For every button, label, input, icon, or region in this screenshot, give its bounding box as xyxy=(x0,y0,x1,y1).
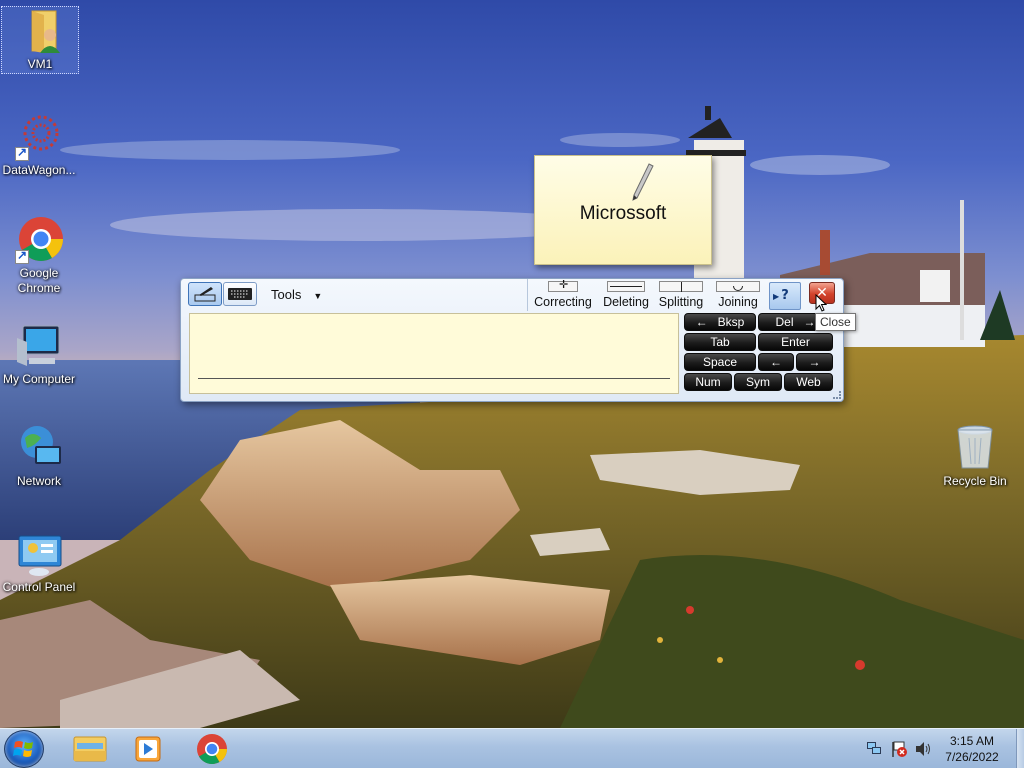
chrome-icon xyxy=(197,734,227,765)
desktop-icon-vm1[interactable]: VM1 xyxy=(1,6,79,74)
mouse-cursor-icon xyxy=(815,293,828,315)
desktop-icon-label: Control Panel xyxy=(2,580,76,594)
enter-key-label: Enter xyxy=(781,335,810,349)
desktop-icon-my-computer[interactable]: My Computer xyxy=(0,322,78,387)
left-arrow-icon: ← xyxy=(695,315,708,329)
desktop-icon-network[interactable]: Network xyxy=(0,424,78,489)
recognized-text: Microssoft xyxy=(579,203,667,224)
right-arrow-icon: → xyxy=(803,315,816,329)
web-key-label: Web xyxy=(796,375,821,389)
backspace-key-label: Bksp xyxy=(717,315,745,329)
datawagon-app-icon xyxy=(15,113,63,161)
gesture-label: Splitting xyxy=(658,295,704,309)
desktop-icon-label: VM1 xyxy=(27,57,53,71)
recycle-bin-icon xyxy=(951,424,999,472)
taskbar-chrome-button[interactable] xyxy=(184,731,240,767)
gesture-splitting[interactable]: Splitting xyxy=(656,281,706,309)
space-key-label: Space xyxy=(702,355,738,369)
correcting-gesture-icon: ✛ xyxy=(548,279,578,292)
gesture-deleting[interactable]: Deleting xyxy=(598,281,654,309)
writing-pad-mode-button[interactable] xyxy=(188,282,222,306)
left-arrow-key[interactable]: ← xyxy=(758,353,794,371)
splitting-gesture-icon xyxy=(659,281,703,292)
shortcut-arrow-icon xyxy=(15,145,29,161)
desktop-icon-control-panel[interactable]: Control Panel xyxy=(0,530,78,595)
desktop-icon-label: Network xyxy=(16,474,61,488)
taskbar-explorer-button[interactable] xyxy=(62,731,118,767)
handwriting-writing-area[interactable] xyxy=(189,313,679,394)
writing-pad-icon xyxy=(194,287,216,302)
right-arrow-icon: → xyxy=(808,355,821,369)
tools-menu-label: Tools xyxy=(271,287,302,302)
desktop-icon-label: My Computer xyxy=(2,372,76,386)
right-arrow-key[interactable]: → xyxy=(796,353,833,371)
clock[interactable]: 3:15 AM 7/26/2022 xyxy=(930,733,1014,765)
handwriting-recognition-preview: Microssoft xyxy=(534,155,712,265)
desktop-icon-label: DataWagon... xyxy=(2,163,76,177)
network-tray-icon[interactable] xyxy=(866,740,882,759)
tools-menu[interactable]: Tools ▼ xyxy=(271,287,322,302)
taskbar: 3:15 AM 7/26/2022 xyxy=(0,728,1024,768)
desktop-icon-label: Recycle Bin xyxy=(943,474,1007,488)
web-key[interactable]: Web xyxy=(784,373,833,391)
gesture-joining[interactable]: Joining xyxy=(712,281,764,309)
num-key[interactable]: Num xyxy=(684,373,732,391)
desktop-icon-google-chrome[interactable]: Google Chrome xyxy=(0,216,78,296)
gesture-label: Correcting xyxy=(534,295,592,309)
backspace-key[interactable]: ← Bksp xyxy=(684,313,756,331)
num-key-label: Num xyxy=(695,375,721,389)
tab-key[interactable]: Tab xyxy=(684,333,756,351)
help-button[interactable]: ▶ ? xyxy=(769,282,801,310)
show-desktop-button[interactable] xyxy=(1016,729,1024,768)
desktop-icon-datawagon[interactable]: DataWagon... xyxy=(0,113,78,178)
media-player-icon xyxy=(135,736,161,762)
help-icon: ? xyxy=(781,288,789,303)
explorer-icon xyxy=(73,736,107,762)
windows-logo-icon xyxy=(13,741,33,757)
space-key[interactable]: Space xyxy=(684,353,756,371)
start-button[interactable] xyxy=(4,730,44,768)
writing-baseline xyxy=(198,378,670,379)
enter-key[interactable]: Enter xyxy=(758,333,833,351)
chrome-icon xyxy=(15,216,63,264)
control-panel-icon xyxy=(15,530,63,578)
joining-gesture-icon xyxy=(716,281,760,292)
gesture-demos: ✛ Correcting Deleting Splitting Joining xyxy=(527,279,763,311)
shortcut-arrow-icon xyxy=(15,248,29,264)
taskbar-media-player-button[interactable] xyxy=(120,731,176,767)
pen-icon xyxy=(627,162,657,205)
sym-key[interactable]: Sym xyxy=(734,373,782,391)
chevron-down-icon: ▼ xyxy=(313,291,323,301)
desktop-icon-label: Google Chrome xyxy=(17,266,61,295)
left-arrow-icon: ← xyxy=(770,355,782,369)
tooltip-text: Close xyxy=(820,315,851,329)
clock-date: 7/26/2022 xyxy=(945,750,999,764)
keyboard-icon xyxy=(228,288,252,300)
user-folder-icon xyxy=(16,7,64,55)
touch-keyboard-mode-button[interactable] xyxy=(223,282,257,306)
sym-key-label: Sym xyxy=(746,375,770,389)
action-center-flag-icon[interactable] xyxy=(890,740,908,761)
close-tooltip: Close xyxy=(815,313,856,331)
clock-time: 3:15 AM xyxy=(949,734,995,748)
desktop-icon-recycle-bin[interactable]: Recycle Bin xyxy=(936,424,1014,489)
play-arrow-icon: ▶ xyxy=(773,292,780,301)
tablet-input-panel: Tools ▼ ✛ Correcting Deleting Splitting J… xyxy=(180,278,844,402)
gesture-label: Joining xyxy=(718,295,758,309)
computer-icon xyxy=(15,322,63,370)
delete-key-label: Del xyxy=(775,315,794,329)
gesture-label: Deleting xyxy=(603,295,649,309)
resize-grip[interactable] xyxy=(833,391,841,399)
tab-key-label: Tab xyxy=(710,335,730,349)
network-icon xyxy=(15,424,63,472)
deleting-gesture-icon xyxy=(607,281,645,292)
gesture-correcting[interactable]: ✛ Correcting xyxy=(532,279,594,309)
